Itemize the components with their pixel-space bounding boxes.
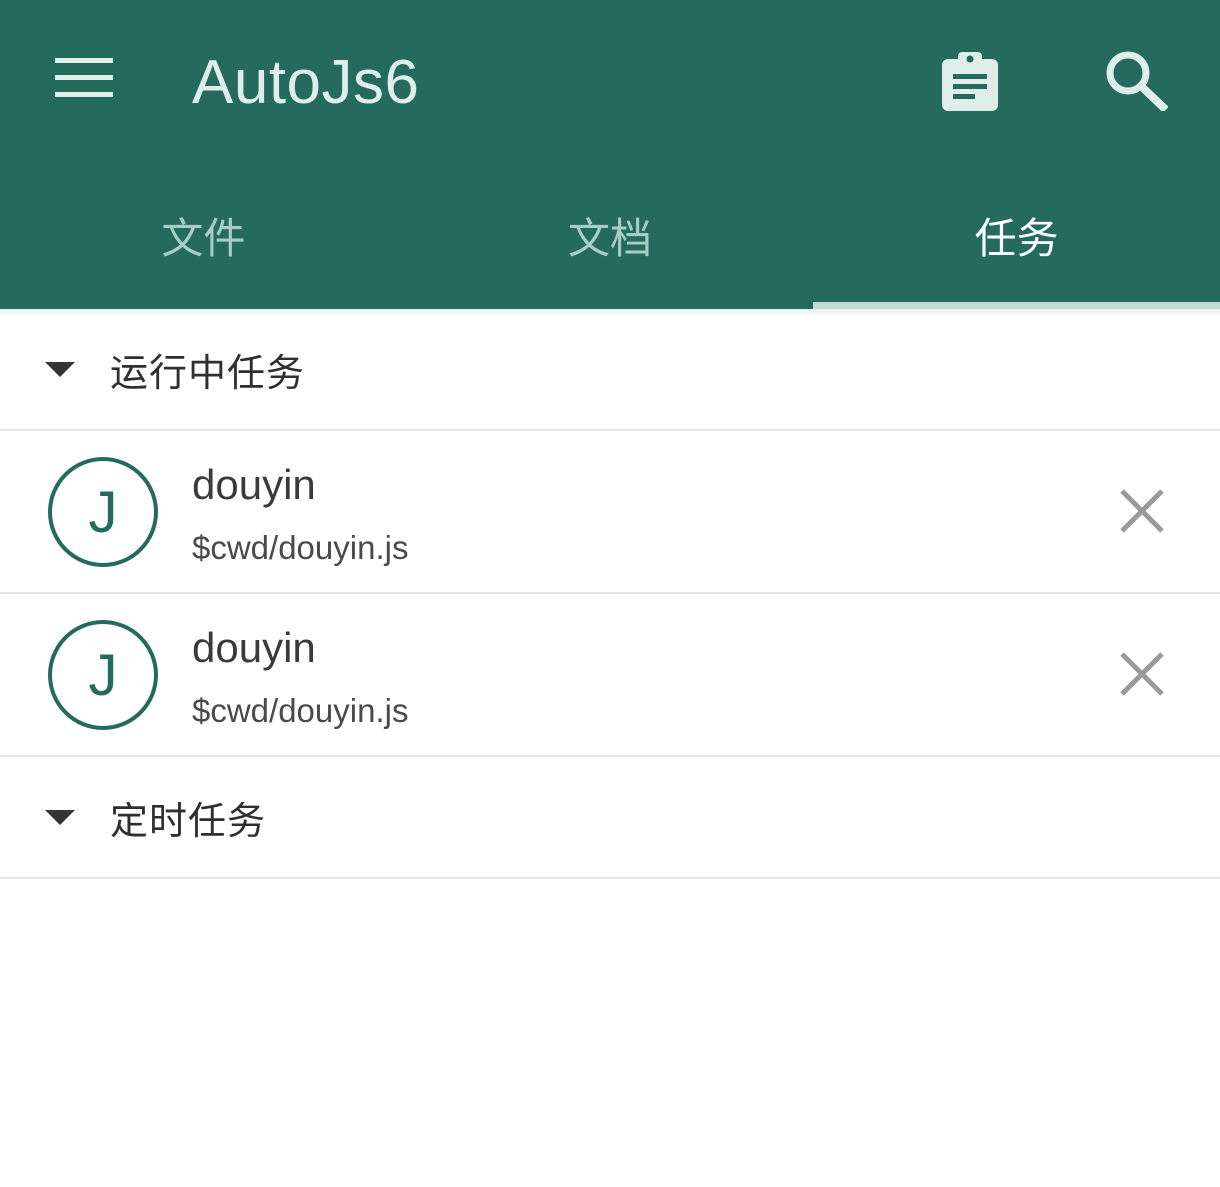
script-avatar: J <box>48 620 158 730</box>
tab-indicator <box>813 302 1220 309</box>
tab-tasks[interactable]: 任务 <box>813 170 1220 309</box>
task-name: douyin <box>192 624 316 671</box>
clipboard-icon <box>941 51 999 117</box>
task-row[interactable]: J douyin $cwd/douyin.js <box>0 431 1220 593</box>
task-path: $cwd/douyin.js <box>192 529 409 566</box>
stop-task-button[interactable] <box>1106 477 1178 549</box>
task-row[interactable]: J douyin $cwd/douyin.js <box>0 594 1220 756</box>
close-icon <box>1120 652 1164 700</box>
tab-docs[interactable]: 文档 <box>407 170 814 309</box>
stop-task-button[interactable] <box>1106 640 1178 712</box>
app-bar: AutoJs6 文件 文档 任务 <box>0 0 1220 309</box>
collapse-caret-icon <box>45 809 75 825</box>
tab-label: 任务 <box>974 214 1059 263</box>
tab-label: 文件 <box>161 214 246 263</box>
menu-button[interactable] <box>38 44 130 116</box>
tab-label: 文档 <box>568 214 653 263</box>
close-icon <box>1120 489 1164 537</box>
tab-files[interactable]: 文件 <box>0 170 407 309</box>
hamburger-menu-icon <box>55 58 113 102</box>
app-title: AutoJs6 <box>192 48 420 117</box>
section-title: 运行中任务 <box>110 350 306 395</box>
divider <box>0 877 1220 879</box>
section-title: 定时任务 <box>110 798 267 843</box>
collapse-caret-icon <box>45 361 75 377</box>
task-name: douyin <box>192 461 316 508</box>
section-header-scheduled[interactable]: 定时任务 <box>0 757 1220 877</box>
tab-bar: 文件 文档 任务 <box>0 170 1220 309</box>
section-header-running[interactable]: 运行中任务 <box>0 309 1220 429</box>
task-path: $cwd/douyin.js <box>192 692 409 729</box>
script-avatar: J <box>48 457 158 567</box>
search-button[interactable] <box>1092 40 1180 124</box>
clipboard-button[interactable] <box>928 44 1012 124</box>
search-icon <box>1104 49 1169 115</box>
